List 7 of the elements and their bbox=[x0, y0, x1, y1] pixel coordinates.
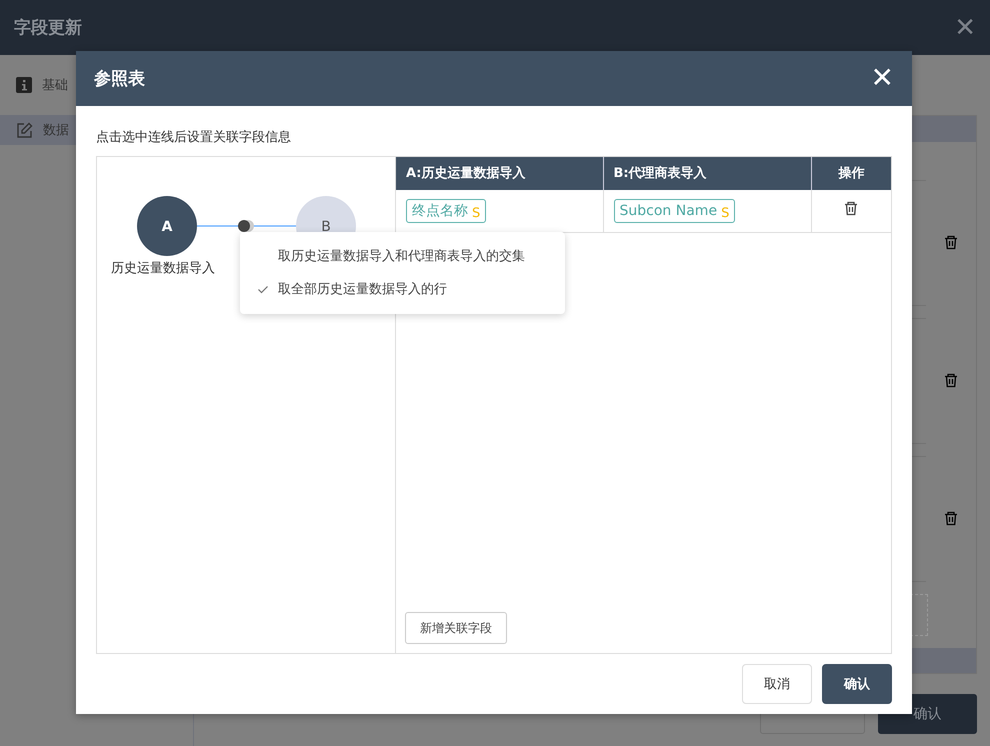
dialog-title: 参照表 bbox=[94, 68, 145, 90]
node-label: 历史运量数据导入 bbox=[111, 260, 215, 277]
column-header: B:代理商表导入 bbox=[603, 156, 812, 190]
column-header: A:历史运量数据导入 bbox=[396, 156, 604, 190]
hint-text: 点击选中连线后设置关联字段信息 bbox=[95, 128, 292, 147]
window-title: 字段更新 bbox=[14, 17, 82, 39]
column-header: 操作 bbox=[811, 156, 891, 190]
